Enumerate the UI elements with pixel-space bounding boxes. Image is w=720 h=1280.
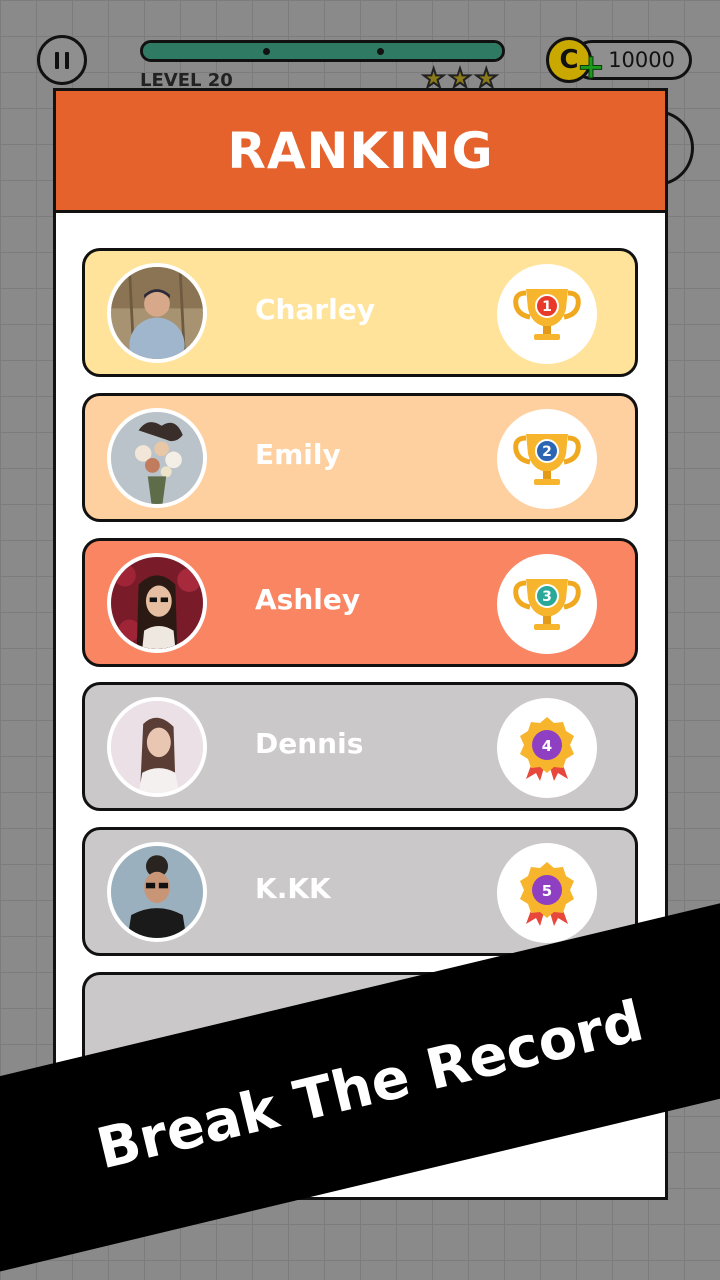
player-name: Emily [255, 438, 341, 471]
svg-text:1: 1 [542, 299, 552, 315]
progress-marker [377, 48, 384, 55]
player-name: Ashley [255, 583, 361, 616]
level-progress-bar [140, 40, 505, 62]
medal-icon: 5 [497, 843, 597, 943]
ranking-row[interactable]: Dennis 4 [82, 682, 638, 811]
ranking-row[interactable]: Ashley 3 [82, 538, 638, 667]
svg-text:2: 2 [542, 444, 552, 460]
avatar [107, 263, 207, 363]
gold-trophy-icon: 3 [497, 554, 597, 654]
gold-trophy-icon: 2 [497, 409, 597, 509]
modal-header: RANKING [56, 91, 665, 213]
add-coins-icon[interactable]: + [576, 50, 606, 85]
avatar [107, 842, 207, 942]
svg-text:3: 3 [542, 589, 552, 605]
player-name: Charley [255, 293, 376, 326]
avatar [107, 408, 207, 508]
player-name: K.KK [255, 872, 331, 905]
ranking-row[interactable]: K.KK 5 [82, 827, 638, 956]
pause-icon [55, 51, 59, 69]
ranking-row[interactable]: Emily 2 [82, 393, 638, 522]
gold-trophy-icon: 1 [497, 264, 597, 364]
coin-value: 10000 [608, 48, 675, 72]
medal-icon: 4 [497, 698, 597, 798]
svg-text:4: 4 [542, 737, 552, 755]
svg-text:5: 5 [542, 882, 552, 900]
modal-title: RANKING [227, 121, 494, 180]
avatar [107, 697, 207, 797]
progress-fill [143, 43, 502, 59]
ranking-row[interactable]: Charley 1 [82, 248, 638, 377]
player-name: Dennis [255, 727, 364, 760]
progress-marker [263, 48, 270, 55]
pause-button[interactable] [37, 35, 87, 85]
avatar [107, 553, 207, 653]
